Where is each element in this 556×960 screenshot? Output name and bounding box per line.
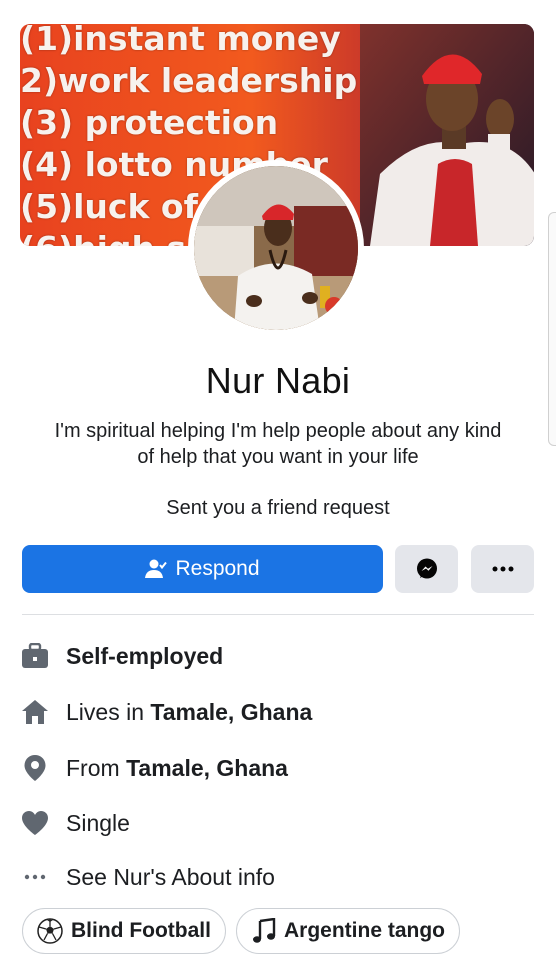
messenger-icon: [416, 558, 437, 579]
info-work: Self-employed: [20, 639, 223, 673]
info-about-link[interactable]: See Nur's About info: [20, 860, 275, 894]
cover-line: (3) protection: [20, 103, 279, 142]
heart-icon: [20, 808, 50, 838]
interest-label: Blind Football: [71, 919, 211, 942]
respond-label: Respond: [175, 557, 260, 580]
soccer-ball-icon: [37, 918, 63, 944]
relationship-text: Single: [66, 809, 130, 836]
more-button[interactable]: [471, 545, 534, 593]
lives-place[interactable]: Tamale, Ghana: [150, 699, 312, 726]
more-dots-icon: [20, 862, 50, 892]
divider: [22, 614, 534, 615]
interest-chip-blind-football[interactable]: Blind Football: [22, 908, 226, 954]
cover-line: 2)work leadership: [20, 61, 358, 100]
location-pin-icon: [20, 753, 50, 783]
interest-label: Argentine tango: [284, 919, 445, 942]
person-respond-icon: [145, 559, 168, 578]
friend-request-text: Sent you a friend request: [166, 497, 390, 519]
respond-button[interactable]: Respond: [22, 545, 383, 593]
info-lives: Lives in Tamale, Ghana: [20, 695, 312, 729]
cover-line: (1)instant money: [20, 24, 341, 58]
from-prefix: From: [66, 754, 127, 781]
work-text: Self-employed: [66, 642, 224, 669]
avatar-image: [194, 166, 358, 330]
home-icon: [20, 697, 50, 727]
more-dots-icon: [492, 566, 513, 572]
cover-person-image: [360, 24, 534, 246]
from-place[interactable]: Tamale, Ghana: [126, 755, 288, 782]
profile-bio: I'm spiritual helping I'm help people ab…: [54, 420, 502, 468]
avatar-photo: [194, 166, 358, 330]
lives-prefix: Lives in: [66, 698, 151, 725]
profile-page: (1)instant money 2)work leadership (3) p…: [0, 0, 556, 960]
interest-chip-argentine-tango[interactable]: Argentine tango: [236, 908, 460, 954]
briefcase-icon: [20, 641, 50, 671]
music-note-icon: [251, 918, 276, 944]
profile-name: Nur Nabi: [205, 360, 351, 401]
avatar[interactable]: [188, 160, 364, 336]
scrollbar[interactable]: [548, 212, 556, 446]
info-from: From Tamale, Ghana: [20, 751, 288, 785]
info-relationship: Single: [20, 806, 130, 840]
about-info-text[interactable]: See Nur's About info: [66, 864, 275, 891]
message-button[interactable]: [395, 545, 458, 593]
